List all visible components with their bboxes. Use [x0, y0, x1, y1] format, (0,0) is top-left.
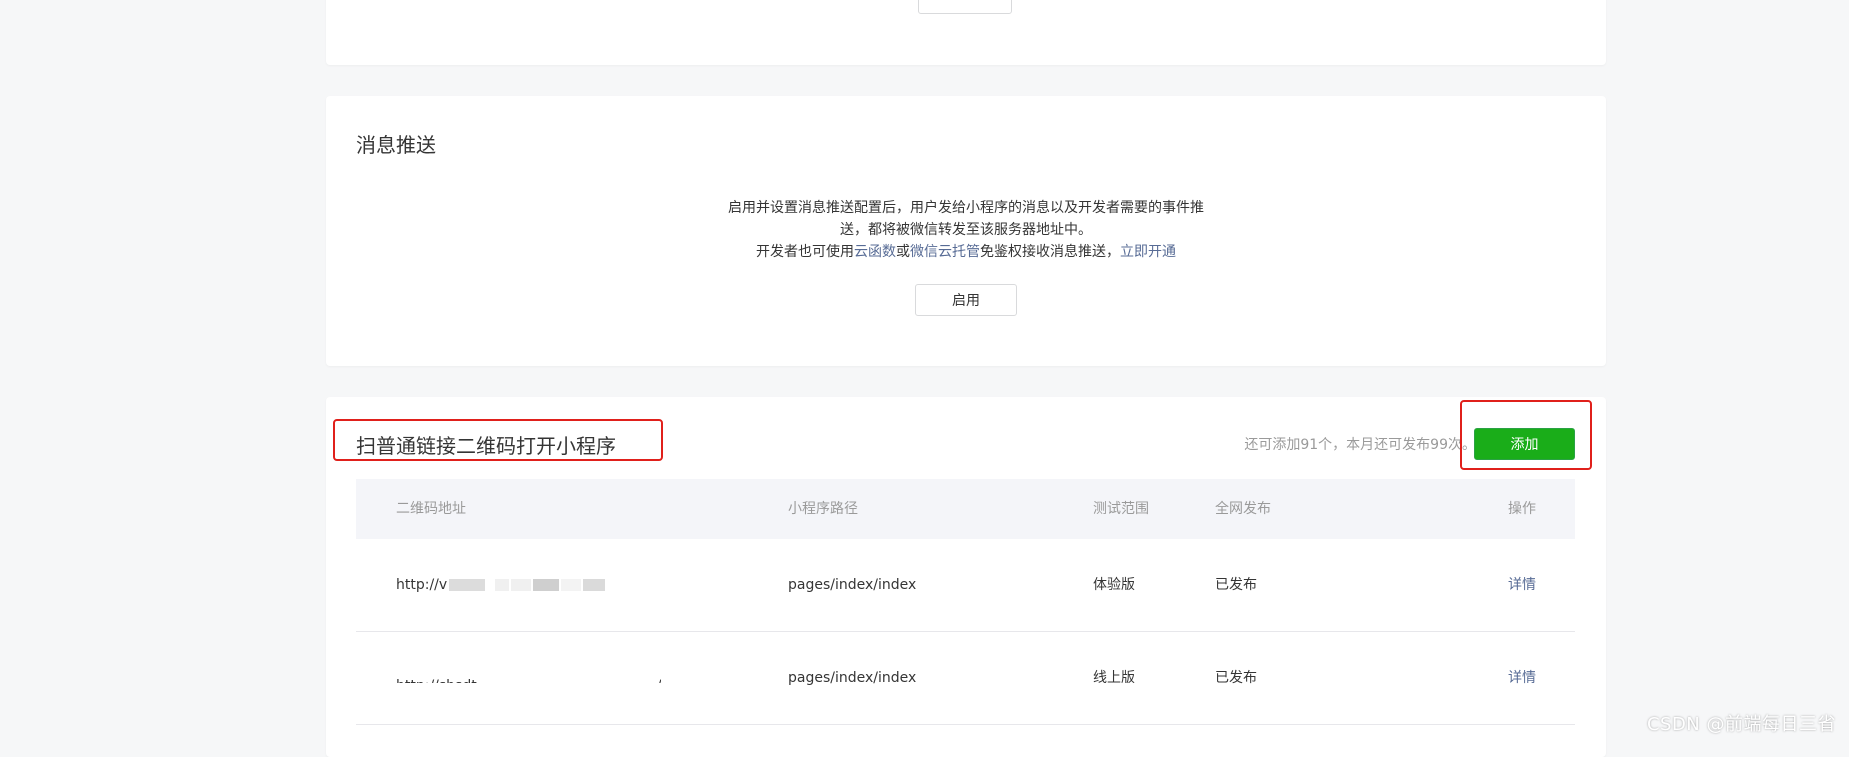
- redacted-url-icon: [583, 579, 606, 591]
- qr-link-title: 扫普通链接二维码打开小程序: [356, 434, 616, 458]
- qr-url-text: http://shsdt: [396, 673, 477, 683]
- top-card-button[interactable]: 开启: [918, 0, 1012, 14]
- publish-cell: 已发布: [1215, 670, 1257, 686]
- path-cell: pages/index/index: [788, 577, 917, 593]
- add-button[interactable]: 添加: [1474, 428, 1575, 460]
- qr-url-text: http://v: [396, 577, 448, 593]
- redacted-url-icon: [511, 579, 532, 591]
- table-row: http://shsdt/ pages/index/index 线上版 已发布 …: [356, 632, 1575, 725]
- redacted-url-icon: [449, 579, 486, 591]
- qr-link-card: 扫普通链接二维码打开小程序 还可添加91个，本月还可发布99次。 添加 二维码地…: [326, 397, 1606, 757]
- path-cell: pages/index/index: [788, 670, 917, 686]
- cloud-hosting-link[interactable]: 微信云托管: [910, 244, 980, 260]
- column-header-action: 操作: [1508, 501, 1536, 517]
- qr-rules-table: 二维码地址 小程序路径 测试范围 全网发布 操作 http://v pages/…: [356, 479, 1575, 725]
- csdn-watermark: CSDN @前端每日三省: [1646, 714, 1836, 735]
- message-push-card: 消息推送 启用并设置消息推送配置后，用户发给小程序的消息以及开发者需要的事件推 …: [326, 96, 1606, 366]
- desc-line-3: 开发者也可使用云函数或微信云托管免鉴权接收消息推送，立即开通: [326, 241, 1606, 263]
- qr-url-cell: http://shsdt /: [396, 632, 661, 724]
- enable-button[interactable]: 启用: [915, 284, 1017, 316]
- table-row: http://v pages/index/index 体验版 已发布 详情: [356, 539, 1575, 632]
- desc-line-3-suffix: 免鉴权接收消息推送，: [980, 244, 1120, 260]
- scope-cell: 体验版: [1093, 577, 1135, 593]
- table-header: 二维码地址 小程序路径 测试范围 全网发布 操作: [356, 479, 1575, 539]
- qr-url-tail: /: [657, 673, 662, 683]
- top-card: 开启: [326, 0, 1606, 65]
- column-header-scope: 测试范围: [1093, 501, 1149, 517]
- desc-line-1: 启用并设置消息推送配置后，用户发给小程序的消息以及开发者需要的事件推: [728, 200, 1204, 216]
- scope-cell: 线上版: [1093, 670, 1135, 686]
- redacted-url-icon: [561, 579, 582, 591]
- desc-line-3-prefix: 开发者也可使用: [756, 244, 854, 260]
- redacted-url-icon: [533, 579, 560, 591]
- column-header-qr-url: 二维码地址: [396, 501, 466, 517]
- top-card-button-label: 开启: [950, 0, 980, 2]
- qr-url-cell: http://v: [396, 539, 606, 631]
- desc-line-2: 送，都将被微信转发至该服务器地址中。: [840, 222, 1092, 238]
- open-now-link[interactable]: 立即开通: [1120, 244, 1176, 260]
- publish-cell: 已发布: [1215, 577, 1257, 593]
- message-push-description: 启用并设置消息推送配置后，用户发给小程序的消息以及开发者需要的事件推 送，都将被…: [326, 197, 1606, 263]
- detail-link[interactable]: 详情: [1508, 539, 1536, 631]
- cloud-function-link[interactable]: 云函数: [854, 244, 896, 260]
- or-text: 或: [896, 244, 910, 260]
- message-push-title: 消息推送: [356, 133, 436, 157]
- redacted-url-icon: [495, 579, 510, 591]
- column-header-publish: 全网发布: [1215, 501, 1271, 517]
- detail-link[interactable]: 详情: [1508, 632, 1536, 724]
- column-header-path: 小程序路径: [788, 501, 858, 517]
- quota-text: 还可添加91个，本月还可发布99次。: [1244, 437, 1476, 453]
